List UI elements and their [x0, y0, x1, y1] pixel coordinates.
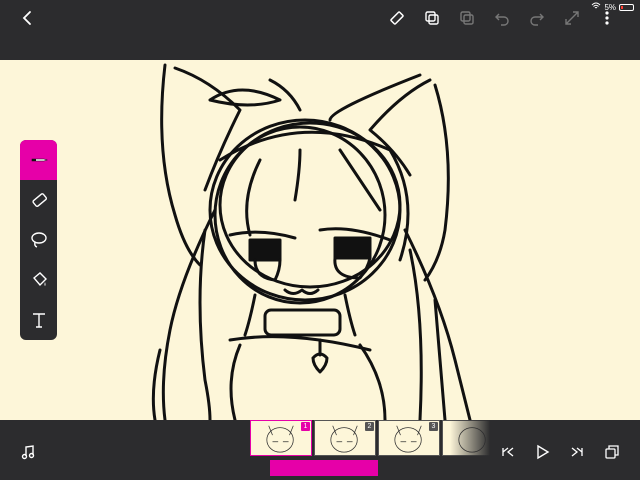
frame-thumbnail[interactable]: 2 [314, 420, 376, 456]
redo-button[interactable] [525, 6, 549, 30]
music-icon [21, 445, 35, 460]
first-frame-button[interactable] [496, 440, 520, 464]
music-button[interactable] [16, 440, 40, 464]
ruler-icon [390, 11, 404, 25]
play-button[interactable] [530, 440, 554, 464]
drawing-canvas[interactable] [0, 60, 640, 420]
text-tool[interactable] [20, 300, 57, 340]
last-frame-button[interactable] [565, 440, 589, 464]
back-button[interactable] [16, 6, 40, 30]
timeline-scrubber[interactable] [270, 460, 378, 476]
tool-palette [20, 140, 57, 340]
battery-icon [619, 3, 634, 11]
eraser-icon [31, 193, 47, 208]
frame-strip: 1 2 3 [250, 420, 490, 458]
lasso-icon [30, 232, 47, 248]
frame-number: 1 [301, 422, 310, 431]
undo-icon [495, 13, 509, 26]
copy-frame-icon [425, 11, 439, 25]
last-frame-icon [571, 447, 583, 457]
paste-frame-button[interactable] [455, 6, 479, 30]
paste-frame-icon [460, 11, 474, 25]
frame-number: 2 [365, 422, 374, 431]
play-icon [537, 444, 550, 460]
top-toolbar: 5% [0, 0, 640, 60]
text-icon [32, 313, 45, 328]
layers-button[interactable] [600, 440, 624, 464]
status-bar: 5% [591, 2, 634, 12]
frame-number: 3 [429, 422, 438, 431]
back-icon [22, 11, 31, 25]
undo-button[interactable] [490, 6, 514, 30]
fill-bucket-icon [32, 272, 47, 287]
brush-tool[interactable] [20, 140, 57, 180]
flipbook-app: 5% 1 2 3 [0, 0, 640, 480]
battery-percent: 5% [604, 2, 616, 12]
brush-icon [31, 158, 48, 162]
wifi-icon [591, 2, 601, 12]
layers-icon [605, 445, 619, 459]
eraser-tool[interactable] [20, 180, 57, 220]
redo-icon [530, 13, 544, 26]
fill-tool[interactable] [20, 260, 57, 300]
sketch-drawing [151, 63, 472, 420]
frame-thumbnail[interactable]: 1 [250, 420, 312, 456]
frame-strip-fade [450, 420, 490, 458]
ruler-button[interactable] [385, 6, 409, 30]
first-frame-icon [502, 447, 514, 457]
copy-frame-button[interactable] [420, 6, 444, 30]
bottom-toolbar: 1 2 3 [0, 420, 640, 480]
fullscreen-icon [565, 11, 579, 25]
fullscreen-button[interactable] [560, 6, 584, 30]
lasso-tool[interactable] [20, 220, 57, 260]
frame-thumbnail[interactable]: 3 [378, 420, 440, 456]
